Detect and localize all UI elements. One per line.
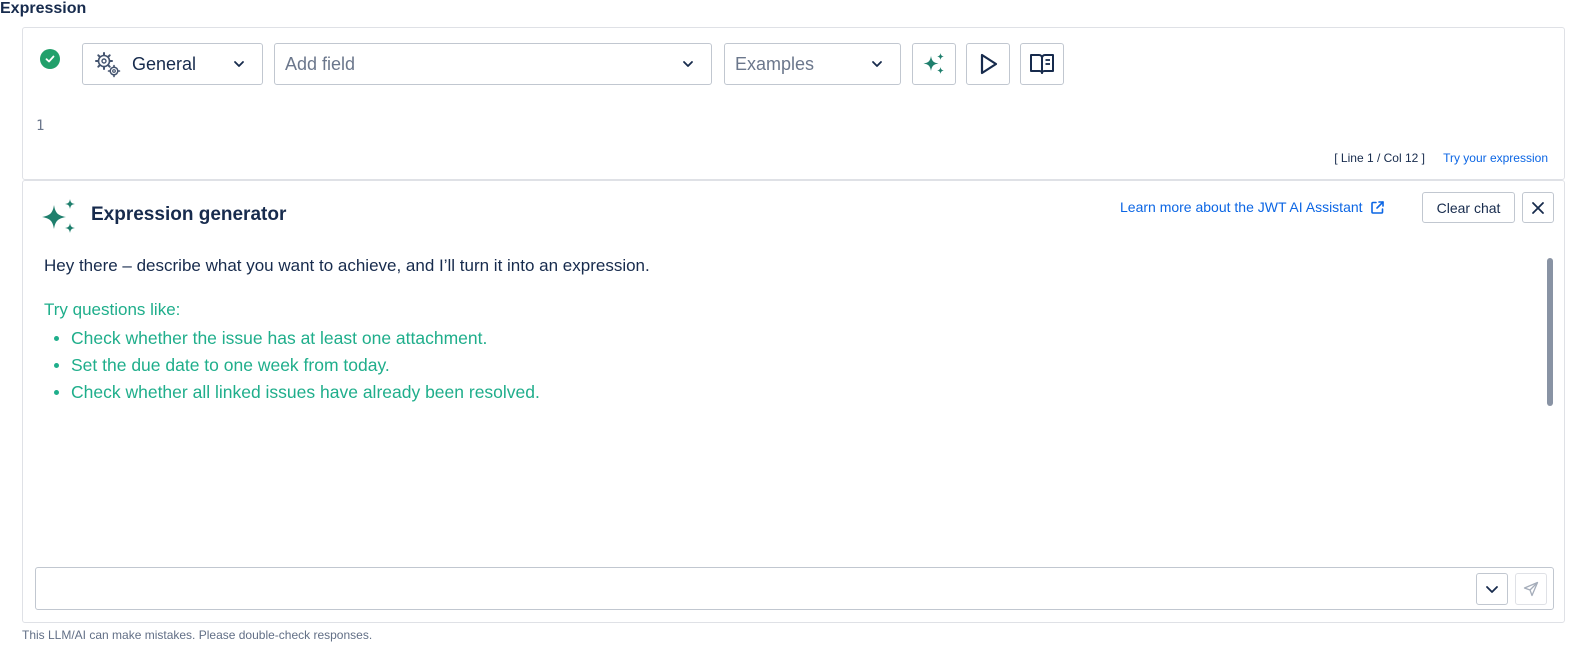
add-field-select[interactable]: Add field [274,43,712,85]
examples-select[interactable]: Examples [724,43,901,85]
clear-chat-button[interactable]: Clear chat [1422,192,1515,223]
chevron-down-icon [1486,586,1498,593]
examples-placeholder: Examples [735,54,815,74]
chat-scrollbar[interactable] [1547,258,1553,406]
play-icon [980,53,998,75]
chat-input[interactable] [35,567,1554,610]
learn-more-link[interactable]: Learn more about the JWT AI Assistant [1120,199,1385,215]
chevron-down-icon [234,61,244,67]
try-expression-link[interactable]: Try your expression [1443,151,1548,165]
generator-title: Expression generator [91,204,287,225]
learn-more-label: Learn more about the JWT AI Assistant [1120,199,1363,215]
external-link-icon [1370,200,1384,214]
documentation-button[interactable] [1020,43,1064,85]
add-field-placeholder: Add field [285,54,356,74]
context-select-value: General [132,54,197,74]
ai-disclaimer: This LLM/AI can make mistakes. Please do… [22,628,373,642]
send-icon [1523,581,1539,597]
line-number: 1 [36,118,45,134]
suggestion-item[interactable]: Set the due date to one week from today. [44,354,1534,376]
sparkles-icon [923,53,944,74]
chevron-down-icon [683,61,693,67]
expression-generator-panel: Expression generator Learn more about th… [22,180,1565,623]
chevron-down-icon [872,61,882,67]
suggestion-item[interactable]: Check whether all linked issues have alr… [44,381,1534,403]
chat-messages: Hey there – describe what you want to ac… [44,255,1534,408]
sparkles-icon [42,199,75,233]
cursor-position: [ Line 1 / Col 12 ] [1334,151,1425,165]
context-select[interactable]: General [82,43,263,85]
close-icon [1532,201,1544,214]
gears-icon [95,52,121,78]
ai-assistant-button[interactable] [912,43,956,85]
send-button[interactable] [1515,573,1547,605]
assistant-intro-message: Hey there – describe what you want to ac… [44,256,650,275]
expression-editor[interactable]: General Add field Examples 1 [ Line 1 / … [22,27,1565,180]
suggestions-list: Check whether the issue has at least one… [44,327,1534,403]
book-icon [1030,54,1054,74]
suggestion-item[interactable]: Check whether the issue has at least one… [44,327,1534,349]
expression-label: Expression [0,0,87,17]
check-circle-icon [40,49,60,69]
run-button[interactable] [966,43,1010,85]
suggestions-heading: Try questions like: [44,300,181,319]
close-button[interactable] [1522,192,1554,223]
expand-button[interactable] [1476,573,1508,605]
